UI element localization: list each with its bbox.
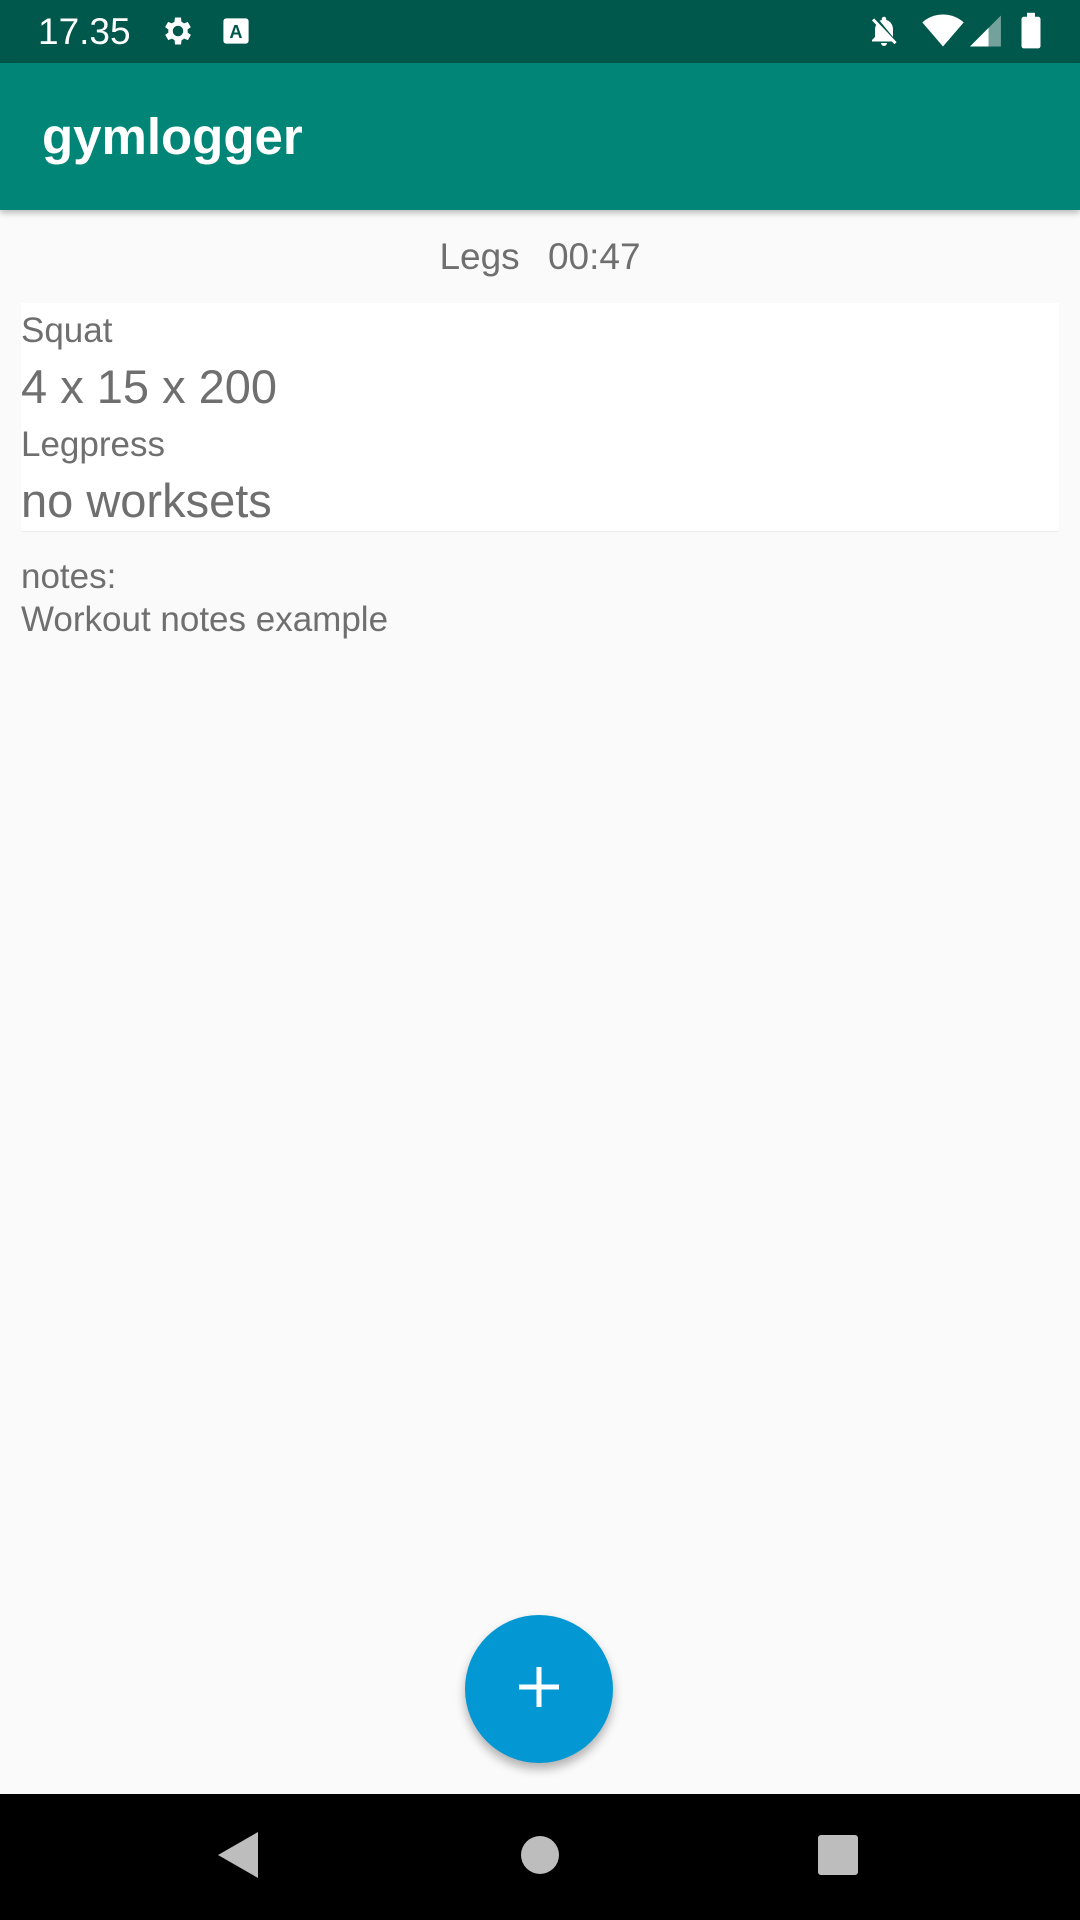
- app-title: gymlogger: [42, 108, 303, 165]
- status-bar: 17.35 A: [0, 0, 1080, 63]
- workout-header: Legs 00:47: [0, 230, 1080, 284]
- signal-icon: [970, 12, 1004, 50]
- battery-icon: [1018, 12, 1044, 50]
- recents-icon: [817, 1834, 859, 1881]
- exercise-name: Legpress: [21, 425, 165, 464]
- notifications-off-icon: [866, 12, 902, 50]
- notes-text: Workout notes example: [21, 600, 389, 639]
- exercise-name: Squat: [21, 311, 113, 350]
- exercise-sets: no worksets: [21, 474, 272, 527]
- app-bar: gymlogger: [0, 63, 1080, 210]
- workout-duration: 00:47: [547, 236, 641, 277]
- navigation-bar: [0, 1794, 1080, 1920]
- home-icon: [520, 1835, 560, 1880]
- workout-name: Legs: [439, 236, 520, 277]
- exercise-sets: 4 x 15 x 200: [21, 360, 278, 413]
- notes-label: notes:: [21, 557, 117, 596]
- home-button[interactable]: [505, 1822, 575, 1892]
- add-exercise-button[interactable]: [465, 1615, 613, 1763]
- back-icon: [216, 1830, 260, 1885]
- svg-text:A: A: [229, 22, 242, 42]
- plus-icon: [517, 1665, 561, 1714]
- back-button[interactable]: [203, 1822, 273, 1892]
- status-time: 17.35: [38, 11, 131, 52]
- keyboard-a-icon: A: [222, 12, 250, 50]
- exercise-list: Squat 4 x 15 x 200 Legpress no worksets: [21, 303, 1059, 531]
- workout-notes[interactable]: notes: Workout notes example: [21, 555, 388, 641]
- exercise-item[interactable]: Legpress no worksets: [21, 417, 1059, 531]
- recents-button[interactable]: [803, 1822, 873, 1892]
- wifi-icon: [922, 12, 964, 50]
- settings-icon: [160, 12, 196, 50]
- exercise-item[interactable]: Squat 4 x 15 x 200: [21, 303, 1059, 417]
- screen: 17.35 A gymlogger Legs 00:47 Squat 4 x 1…: [0, 0, 1080, 1920]
